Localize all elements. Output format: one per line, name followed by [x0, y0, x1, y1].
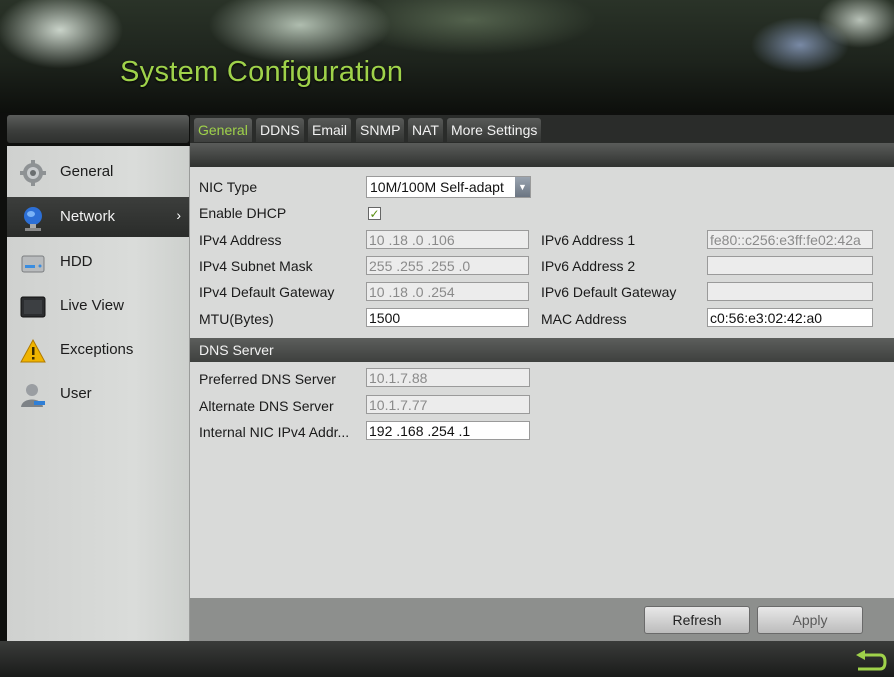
mtu-field[interactable]: 1500 — [366, 308, 529, 327]
ipv4-default-gateway-label: IPv4 Default Gateway — [199, 284, 335, 300]
alternate-dns-field[interactable]: 10.1.7.77 — [366, 395, 530, 414]
ipv4-default-gateway-field[interactable]: 10 .18 .0 .254 — [366, 282, 529, 301]
globe-icon — [24, 207, 42, 231]
ipv6-address-2-field[interactable] — [707, 256, 873, 275]
internal-nic-ipv4-field[interactable]: 192 .168 .254 .1 — [366, 421, 530, 440]
warning-icon — [20, 338, 46, 363]
nic-type-label: NIC Type — [199, 179, 258, 195]
sidebar-item-user[interactable]: User — [7, 374, 189, 414]
preferred-dns-field[interactable]: 10.1.7.88 — [366, 368, 530, 387]
sidebar-item-network[interactable]: Network › — [7, 197, 189, 237]
mtu-label: MTU(Bytes) — [199, 311, 274, 327]
tab-email[interactable]: Email — [308, 118, 352, 142]
ipv4-address-field[interactable]: 10 .18 .0 .106 — [366, 230, 529, 249]
dns-server-section-header: DNS Server — [190, 338, 894, 362]
sub-header-bar — [190, 143, 894, 167]
mac-address-label: MAC Address — [541, 311, 627, 327]
hard-drive-icon — [21, 255, 45, 273]
alternate-dns-label: Alternate DNS Server — [199, 398, 334, 414]
app-window: System Configuration General Network › H… — [0, 0, 894, 677]
page-title: System Configuration — [120, 56, 404, 88]
network-settings-panel: NIC Type 10M/100M Self-adapt ▼ Enable DH… — [190, 167, 894, 641]
internal-nic-ipv4-label: Internal NIC IPv4 Addr... — [199, 424, 350, 440]
footer-bar — [0, 641, 894, 677]
ipv6-default-gateway-field[interactable] — [707, 282, 873, 301]
tab-more-settings[interactable]: More Settings — [447, 118, 542, 142]
nic-type-select[interactable]: 10M/100M Self-adapt ▼ — [366, 176, 531, 198]
sidebar-item-hdd[interactable]: HDD — [7, 242, 189, 282]
ipv6-address-1-label: IPv6 Address 1 — [541, 232, 636, 248]
sidebar-item-general[interactable]: General — [7, 152, 189, 192]
sidebar-item-label: General — [60, 163, 114, 180]
sidebar-item-label: HDD — [60, 253, 93, 270]
gear-icon — [20, 160, 46, 186]
tab-nat[interactable]: NAT — [408, 118, 443, 142]
sidebar-header — [7, 115, 189, 143]
ipv4-address-label: IPv4 Address — [199, 232, 282, 248]
sidebar-item-label: Live View — [60, 297, 124, 314]
ipv6-default-gateway-label: IPv6 Default Gateway — [541, 284, 677, 300]
monitor-icon — [20, 296, 46, 318]
header-banner: System Configuration — [0, 0, 894, 113]
preferred-dns-label: Preferred DNS Server — [199, 371, 336, 387]
chevron-down-icon[interactable]: ▼ — [515, 177, 530, 197]
nic-type-value: 10M/100M Self-adapt — [370, 179, 504, 195]
user-icon — [21, 384, 45, 407]
tab-bar: General DDNS Email SNMP NAT More Setting… — [190, 115, 894, 143]
ipv6-address-1-field[interactable]: fe80::c256:e3ff:fe02:42a — [707, 230, 873, 249]
ipv6-address-2-label: IPv6 Address 2 — [541, 258, 636, 274]
dns-server-title: DNS Server — [199, 342, 274, 358]
sidebar-item-label: Exceptions — [60, 341, 134, 358]
action-bar: Refresh Apply — [190, 598, 894, 641]
sidebar-item-live-view[interactable]: Live View — [7, 286, 189, 326]
ipv4-subnet-mask-field[interactable]: 255 .255 .255 .0 — [366, 256, 529, 275]
tab-snmp[interactable]: SNMP — [356, 118, 405, 142]
sidebar-item-exceptions[interactable]: Exceptions — [7, 330, 189, 370]
ipv4-subnet-mask-label: IPv4 Subnet Mask — [199, 258, 313, 274]
chevron-right-icon: › — [176, 207, 181, 223]
back-arrow-icon[interactable] — [852, 649, 888, 675]
enable-dhcp-checkbox[interactable]: ✓ — [368, 207, 381, 221]
sidebar: General Network › HDD Live View Exceptio… — [7, 146, 190, 641]
apply-button[interactable]: Apply — [757, 606, 863, 634]
mac-address-field[interactable]: c0:56:e3:02:42:a0 — [707, 308, 873, 327]
enable-dhcp-label: Enable DHCP — [199, 205, 287, 221]
refresh-button[interactable]: Refresh — [644, 606, 750, 634]
tab-ddns[interactable]: DDNS — [256, 118, 304, 142]
sidebar-item-label: User — [60, 385, 92, 402]
tab-general[interactable]: General — [194, 118, 252, 142]
sidebar-item-label: Network — [60, 208, 116, 225]
